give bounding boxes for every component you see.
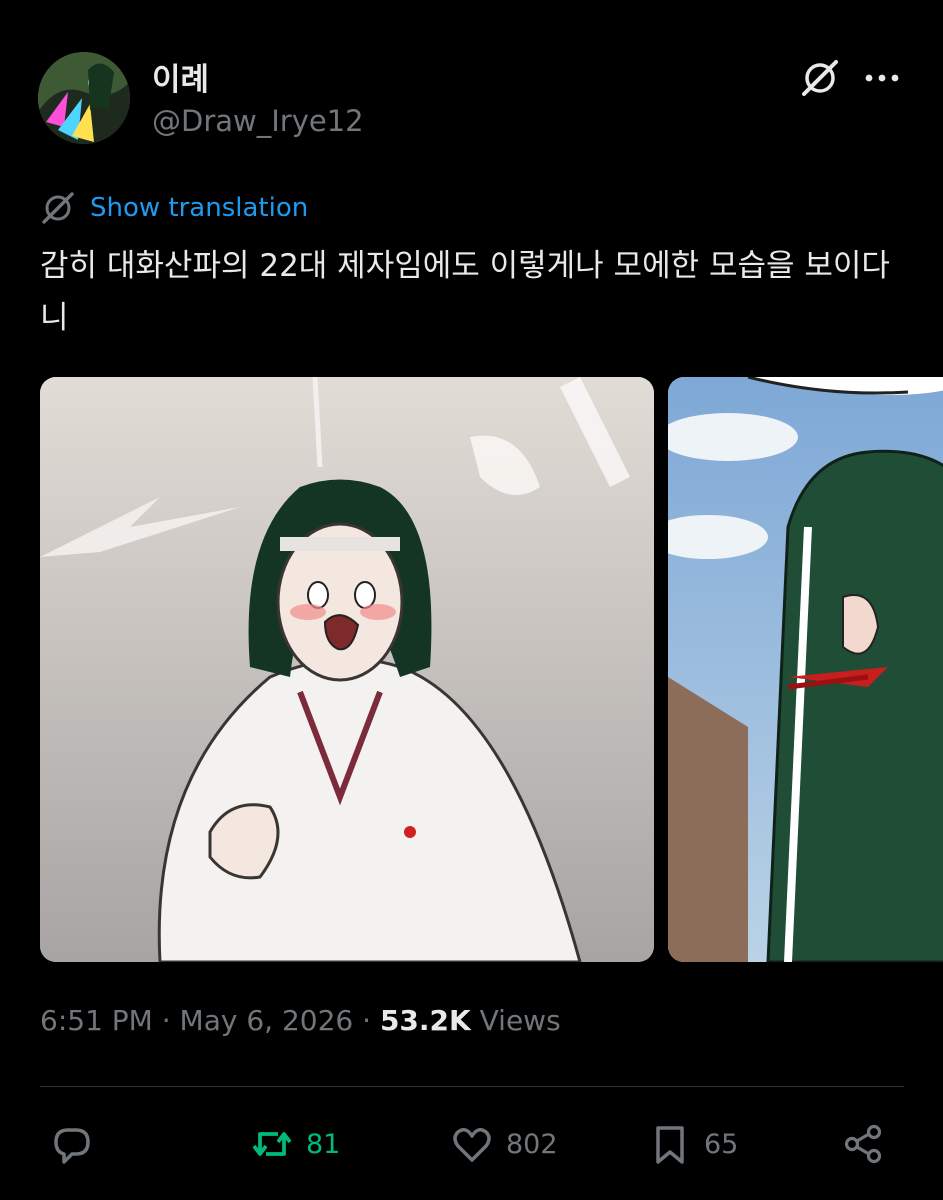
- grok-icon: [42, 192, 74, 224]
- heart-icon: [453, 1128, 491, 1162]
- bookmark-icon: [656, 1126, 684, 1164]
- meta-separator: ·: [362, 1004, 372, 1037]
- tweet-time[interactable]: 6:51 PM: [40, 1004, 153, 1037]
- bookmark-count: 65: [704, 1128, 739, 1160]
- grok-icon[interactable]: [798, 56, 842, 100]
- more-icon[interactable]: [860, 58, 904, 98]
- retweet-icon: [252, 1132, 292, 1156]
- avatar[interactable]: [38, 52, 130, 144]
- like-count: 802: [506, 1128, 558, 1160]
- retweet-count: 81: [306, 1128, 341, 1160]
- author-handle[interactable]: @Draw_Irye12: [152, 104, 364, 138]
- author-display-name[interactable]: 이례: [152, 54, 209, 99]
- views-label: Views: [479, 1004, 561, 1037]
- tweet-meta: 6:51 PM · May 6, 2026 · 53.2K Views: [40, 1004, 561, 1037]
- tweet-date[interactable]: May 6, 2026: [180, 1004, 354, 1037]
- meta-separator: ·: [161, 1004, 171, 1037]
- share-icon: [844, 1124, 882, 1164]
- divider: [40, 1086, 904, 1087]
- avatar-image: [38, 52, 130, 144]
- retweet-button[interactable]: 81: [250, 1118, 340, 1170]
- like-button[interactable]: 802: [450, 1118, 558, 1170]
- share-button[interactable]: [842, 1118, 898, 1170]
- views-count: 53.2K: [379, 1004, 471, 1037]
- show-translation-button[interactable]: Show translation: [40, 188, 308, 228]
- tweet-text: 감히 대화산파의 22대 제자임에도 이렇게나 모에한 모습을 보이다니: [40, 248, 890, 336]
- show-translation-label: Show translation: [90, 193, 309, 223]
- media-image-1[interactable]: [40, 377, 654, 962]
- reply-button[interactable]: [50, 1118, 106, 1170]
- media-image-2[interactable]: [668, 377, 943, 962]
- bookmark-button[interactable]: 65: [648, 1118, 738, 1170]
- reply-icon: [54, 1128, 90, 1164]
